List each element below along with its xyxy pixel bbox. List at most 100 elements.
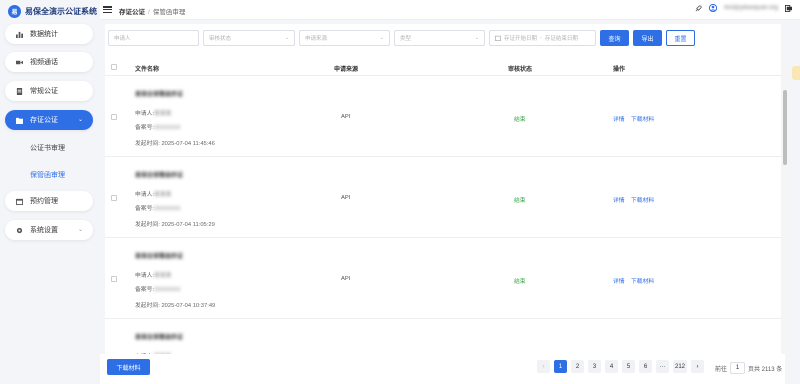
header-actions: test@yibaoquan.org bbox=[695, 4, 792, 12]
chevron-down-icon: ⌄ bbox=[379, 35, 384, 41]
sidebar-item-appointments[interactable]: 预约管理 bbox=[5, 191, 93, 211]
breadcrumb: 存证公证 / 保管函审理 bbox=[119, 6, 185, 16]
breadcrumb-current: 保管函审理 bbox=[152, 9, 186, 16]
time-label: 发起时间: bbox=[135, 222, 160, 228]
breadcrumb-separator: / bbox=[148, 9, 150, 16]
filter-bar: 申请人 审核状态 ⌄ 申请来源 ⌄ 类型 ⌄ 存证开始日期 - 存证结束日期 查询 导… bbox=[108, 30, 695, 46]
sidebar-item-statistics[interactable]: 数据统计 bbox=[5, 24, 93, 44]
main-card: 申请人 审核状态 ⌄ 申请来源 ⌄ 类型 ⌄ 存证开始日期 - 存证结束日期 查询 导… bbox=[105, 24, 781, 384]
goto-label: 前往 bbox=[715, 366, 728, 373]
detail-link[interactable]: 详情 bbox=[613, 276, 625, 285]
sidebar-item-label: 视频通话 bbox=[30, 59, 58, 66]
goto-page-input[interactable]: 1 bbox=[730, 362, 746, 374]
column-header-actions: 操作 bbox=[613, 67, 626, 73]
folder-icon bbox=[16, 117, 23, 124]
applicant-input[interactable]: 申请人 bbox=[108, 30, 199, 46]
source-cell: API bbox=[341, 114, 351, 120]
chevron-down-icon: ⌄ bbox=[77, 117, 83, 123]
page-button[interactable]: 1 bbox=[554, 360, 567, 373]
logout-icon[interactable] bbox=[785, 4, 792, 12]
row-checkbox[interactable] bbox=[111, 195, 117, 201]
time-label: 发起时间: bbox=[135, 141, 160, 147]
top-header: 存证公证 / 保管函审理 test@yibaoquan.org bbox=[100, 0, 800, 20]
row-checkbox[interactable] bbox=[111, 276, 117, 282]
page-button[interactable]: 4 bbox=[605, 360, 618, 373]
time-line: 发起时间: 2025-07-04 11:05:29 bbox=[135, 219, 215, 228]
rocket-icon[interactable] bbox=[695, 4, 702, 12]
export-button[interactable]: 导出 bbox=[633, 30, 662, 46]
applicant-value: 某某某 bbox=[154, 111, 172, 117]
page-button[interactable]: 3 bbox=[588, 360, 601, 373]
download-materials-button[interactable]: 下载材料 bbox=[107, 359, 150, 375]
status-cell: 结束 bbox=[514, 198, 526, 204]
breadcrumb-root[interactable]: 存证公证 bbox=[119, 9, 145, 16]
record-line: 备案号:2XXXXXX bbox=[135, 203, 180, 212]
record-line: 备案号:2XXXXXX bbox=[135, 122, 180, 131]
sidebar-item-label: 预约管理 bbox=[30, 198, 58, 205]
detail-link[interactable]: 详情 bbox=[613, 114, 625, 123]
sidebar-item-video-call[interactable]: 视频通话 bbox=[5, 52, 93, 72]
time-line: 发起时间: 2025-07-04 10:37:49 bbox=[135, 300, 215, 309]
page-button[interactable]: 6 bbox=[639, 360, 652, 373]
user-email[interactable]: test@yibaoquan.org bbox=[724, 5, 778, 11]
gear-icon bbox=[16, 227, 23, 233]
chevron-down-icon: ⌄ bbox=[474, 35, 479, 41]
sidebar-item-label: 常规公证 bbox=[30, 88, 58, 95]
column-header-file-name: 文件名称 bbox=[135, 67, 160, 73]
page-ellipsis[interactable]: ··· bbox=[656, 360, 669, 373]
table-row: 易保全保管函存证 申请人:某某某 备案号:2XXXXXX 发起时间: 2025-07-… bbox=[105, 238, 781, 319]
sidebar-item-label: 系统设置 bbox=[30, 227, 58, 234]
select-all-checkbox[interactable] bbox=[111, 64, 117, 70]
app-logo[interactable]: 易 易保全演示公证系统 bbox=[8, 4, 97, 18]
next-page-button[interactable]: › bbox=[691, 360, 705, 373]
calendar-icon bbox=[16, 198, 23, 205]
applicant-value: 某某某 bbox=[154, 273, 172, 279]
page-button[interactable]: 2 bbox=[571, 360, 584, 373]
bar-chart-icon bbox=[16, 31, 23, 38]
avatar[interactable] bbox=[709, 4, 718, 12]
download-link[interactable]: 下载材料 bbox=[631, 276, 654, 285]
table-row: 易保全保管函存证 申请人:某某某 备案号:2XXXXXX 发起时间: 2025-07-… bbox=[105, 157, 781, 238]
column-header-status: 审核状态 bbox=[508, 67, 533, 73]
record-label: 备案号: bbox=[135, 287, 155, 293]
page-button[interactable]: 212 bbox=[673, 360, 688, 373]
reset-button[interactable]: 重置 bbox=[666, 30, 695, 46]
sidebar-subitem-custody-letter-review[interactable]: 保管函审理 bbox=[30, 170, 65, 180]
sidebar-item-regular-notary[interactable]: 常规公证 bbox=[5, 81, 93, 101]
app-root: 易 易保全演示公证系统 数据统计 视频通话 常规公证 存证公证 ⌄ 公证书审理 … bbox=[0, 0, 800, 384]
sidebar-item-settings[interactable]: 系统设置 ⌄ bbox=[5, 220, 93, 240]
source-placeholder: 申请来源 bbox=[305, 36, 328, 42]
date-range-picker[interactable]: 存证开始日期 - 存证结束日期 bbox=[489, 30, 596, 46]
document-icon bbox=[16, 87, 23, 95]
search-button[interactable]: 查询 bbox=[600, 30, 629, 46]
detail-link[interactable]: 详情 bbox=[613, 195, 625, 204]
record-value: 2XXXXXX bbox=[154, 125, 181, 131]
table-row: 易保全保管函存证 申请人:某某某 备案号:2XXXXXX 发起时间: 2025-07-… bbox=[105, 76, 781, 157]
record-label: 备案号: bbox=[135, 125, 155, 131]
status-cell: 结束 bbox=[514, 279, 526, 285]
source-select[interactable]: 申请来源 ⌄ bbox=[299, 30, 390, 46]
menu-icon[interactable] bbox=[103, 6, 112, 14]
download-link[interactable]: 下载材料 bbox=[631, 114, 654, 123]
applicant-label: 申请人: bbox=[135, 273, 155, 279]
scrollbar-thumb[interactable] bbox=[783, 90, 787, 165]
download-link[interactable]: 下载材料 bbox=[631, 195, 654, 204]
applicant-label: 申请人: bbox=[135, 111, 155, 117]
pagination: ‹ 1 2 3 4 5 6 ··· 212 › bbox=[537, 360, 705, 373]
side-float-tab[interactable] bbox=[792, 66, 800, 80]
prev-page-button[interactable]: ‹ bbox=[537, 360, 550, 373]
file-name: 易保全保管函存证 bbox=[135, 173, 184, 179]
sidebar-item-evidence-notary[interactable]: 存证公证 ⌄ bbox=[5, 110, 93, 130]
sidebar-subitem-certificate-review[interactable]: 公证书审理 bbox=[30, 143, 65, 153]
video-icon bbox=[16, 60, 23, 64]
applicant-value: 某某某 bbox=[154, 192, 172, 198]
review-status-select[interactable]: 审核状态 ⌄ bbox=[203, 30, 295, 46]
page-button[interactable]: 5 bbox=[622, 360, 635, 373]
time-value: 2025-07-04 11:05:29 bbox=[161, 222, 215, 228]
type-select[interactable]: 类型 ⌄ bbox=[394, 30, 485, 46]
app-title: 易保全演示公证系统 bbox=[25, 6, 97, 16]
footer-bar: 下载材料 ‹ 1 2 3 4 5 6 ··· 212 › 前往 1 页共 211… bbox=[100, 354, 785, 384]
calendar-icon bbox=[495, 35, 501, 41]
applicant-line: 申请人:某某某 bbox=[135, 189, 171, 198]
row-checkbox[interactable] bbox=[111, 114, 117, 120]
